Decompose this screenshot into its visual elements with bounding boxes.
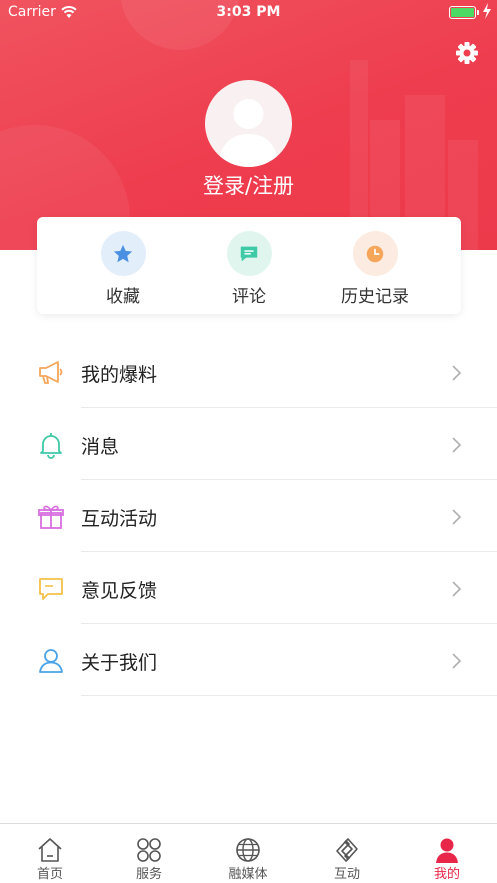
user-icon — [37, 647, 65, 675]
gift-icon — [37, 503, 65, 531]
home-icon — [36, 837, 64, 863]
quick-actions-card: 收藏 评论 历史记录 — [37, 217, 461, 314]
clock-icon — [352, 231, 398, 276]
star-icon — [100, 231, 146, 276]
grid-icon — [135, 837, 163, 863]
charging-icon — [482, 3, 492, 23]
avatar[interactable] — [205, 80, 292, 167]
quick-comments[interactable]: 评论 — [179, 231, 319, 307]
login-register-link[interactable]: 登录/注册 — [0, 170, 497, 200]
quick-comments-label: 评论 — [232, 287, 266, 307]
profile-header: Carrier 3:03 PM 登录/注册 — [0, 0, 497, 250]
quick-history[interactable]: 历史记录 — [305, 231, 445, 307]
comment-icon — [226, 231, 272, 276]
tab-home[interactable]: 首页 — [0, 824, 100, 883]
megaphone-icon — [37, 359, 65, 387]
menu-item-label: 互动活动 — [81, 508, 158, 530]
settings-gear-icon[interactable] — [454, 40, 480, 66]
tab-services[interactable]: 服务 — [99, 824, 199, 883]
menu-item-messages[interactable]: 消息 — [0, 408, 497, 480]
tab-label: 我的 — [433, 867, 460, 882]
chevron-right-icon — [450, 580, 462, 602]
tab-label: 首页 — [36, 867, 63, 882]
status-time: 3:03 PM — [216, 4, 281, 20]
divider — [81, 695, 497, 696]
tab-media[interactable]: 融媒体 — [198, 824, 298, 883]
bell-icon — [37, 431, 65, 459]
chevron-right-icon — [450, 436, 462, 458]
menu-list: 我的爆料 消息 互动活动 意见反馈 关于我们 — [0, 336, 497, 696]
chevron-right-icon — [450, 652, 462, 674]
chevron-right-icon — [450, 508, 462, 530]
battery-icon — [449, 6, 479, 19]
menu-item-about-us[interactable]: 关于我们 — [0, 624, 497, 696]
menu-item-label: 意见反馈 — [81, 580, 158, 602]
chevron-right-icon — [450, 364, 462, 386]
menu-item-activities[interactable]: 互动活动 — [0, 480, 497, 552]
quick-history-label: 历史记录 — [341, 287, 409, 307]
feedback-icon — [37, 575, 65, 603]
tab-label: 融媒体 — [228, 867, 268, 882]
menu-item-my-reports[interactable]: 我的爆料 — [0, 336, 497, 408]
profile-icon — [433, 837, 461, 863]
globe-icon — [234, 837, 262, 863]
menu-item-feedback[interactable]: 意见反馈 — [0, 552, 497, 624]
interact-icon — [333, 837, 361, 863]
quick-favorites[interactable]: 收藏 — [53, 231, 193, 307]
bottom-tab-bar: 首页 服务 融媒体 互动 我的 — [0, 823, 497, 883]
menu-item-label: 消息 — [81, 436, 120, 458]
menu-item-label: 关于我们 — [81, 652, 158, 674]
tab-label: 服务 — [135, 867, 162, 882]
quick-favorites-label: 收藏 — [106, 287, 140, 307]
tab-interact[interactable]: 互动 — [297, 824, 397, 883]
menu-item-label: 我的爆料 — [81, 364, 158, 386]
status-bar: Carrier 3:03 PM — [0, 0, 497, 26]
tab-label: 互动 — [333, 867, 360, 882]
tab-mine[interactable]: 我的 — [397, 824, 497, 883]
